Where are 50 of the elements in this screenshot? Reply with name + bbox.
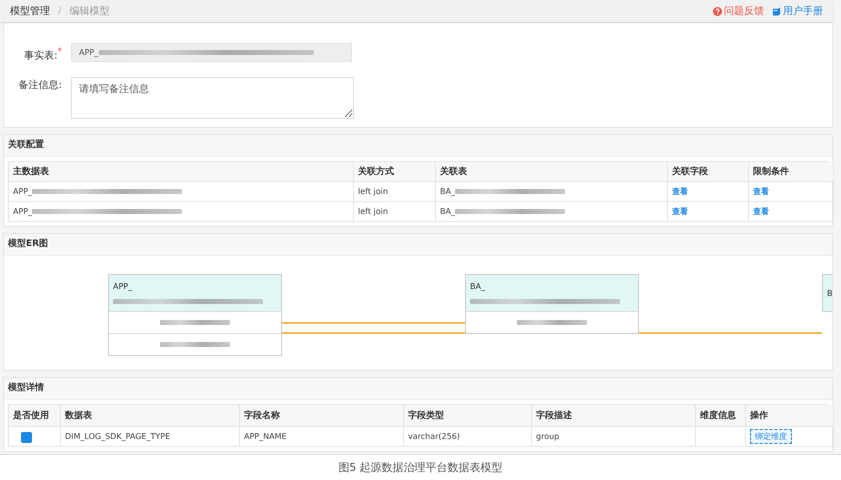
table-cell: DIM_LOG_SDK_PAGE_TYPE bbox=[65, 432, 170, 442]
view-link[interactable]: 查看 bbox=[753, 206, 769, 218]
breadcrumb-item[interactable]: 模型管理 bbox=[10, 4, 50, 18]
field-label: 事实表:$^{*}$ bbox=[23, 46, 63, 64]
column-header: 关联方式 bbox=[354, 162, 436, 182]
column-header: 字段名称 bbox=[240, 405, 404, 428]
view-link[interactable]: 查看 bbox=[672, 206, 688, 218]
table-cell: BA_ bbox=[440, 207, 455, 216]
column-header: 数据表 bbox=[61, 405, 240, 428]
column-header: 操作 bbox=[746, 405, 834, 428]
table-cell: left join bbox=[358, 207, 388, 216]
section-title: 模型ER图 bbox=[4, 234, 832, 256]
table-cell: APP_ bbox=[13, 207, 32, 216]
figure-caption: 图5 起源数据治理平台数据表模型 bbox=[337, 460, 504, 475]
view-link[interactable]: 查看 bbox=[672, 186, 688, 198]
book-icon bbox=[772, 6, 781, 16]
section-title: 关联配置 bbox=[4, 135, 832, 158]
entity-title: APP_ bbox=[113, 282, 132, 292]
column-header: 维度信息 bbox=[696, 405, 746, 428]
field-label: 备注信息: bbox=[18, 78, 63, 94]
table-cell: APP_ bbox=[13, 187, 32, 196]
table-cell: left join bbox=[358, 187, 388, 196]
column-header: 主数据表 bbox=[9, 162, 354, 182]
bind-dimension-button[interactable]: 绑定维度 bbox=[750, 429, 792, 444]
notes-field[interactable]: 请填写备注信息 bbox=[71, 77, 354, 120]
field-value: APP_ bbox=[79, 48, 98, 57]
manual-link[interactable]: 用户手册 bbox=[772, 4, 823, 18]
column-header: 关联字段 bbox=[668, 162, 749, 182]
entity-node[interactable]: APP_ bbox=[108, 274, 282, 356]
table-cell: BA_ bbox=[440, 187, 455, 196]
view-link[interactable]: 查看 bbox=[753, 186, 769, 198]
question-icon bbox=[713, 6, 722, 16]
entity-title: B bbox=[827, 288, 832, 298]
column-header: 字段类型 bbox=[404, 405, 532, 428]
table-cell: APP_NAME bbox=[244, 432, 287, 442]
breadcrumb-separator: / bbox=[58, 6, 62, 16]
checkbox[interactable] bbox=[21, 432, 32, 443]
entity-node[interactable]: B bbox=[822, 274, 832, 312]
entity-title: BA_ bbox=[470, 282, 485, 292]
column-header: 字段描述 bbox=[532, 405, 696, 428]
table-cell: group bbox=[536, 432, 560, 442]
column-header: 限制条件 bbox=[749, 162, 834, 182]
input-field[interactable]: APP_ bbox=[71, 43, 352, 62]
entity-node[interactable]: BA_ bbox=[465, 274, 639, 334]
breadcrumb-item[interactable]: 编辑模型 bbox=[69, 4, 110, 18]
feedback-link[interactable]: 问题反馈 bbox=[713, 4, 764, 18]
column-header: 是否使用 bbox=[9, 405, 61, 428]
section-title: 模型详情 bbox=[4, 378, 832, 400]
column-header: 关联表 bbox=[436, 162, 668, 182]
table-cell: varchar(256) bbox=[408, 432, 460, 442]
